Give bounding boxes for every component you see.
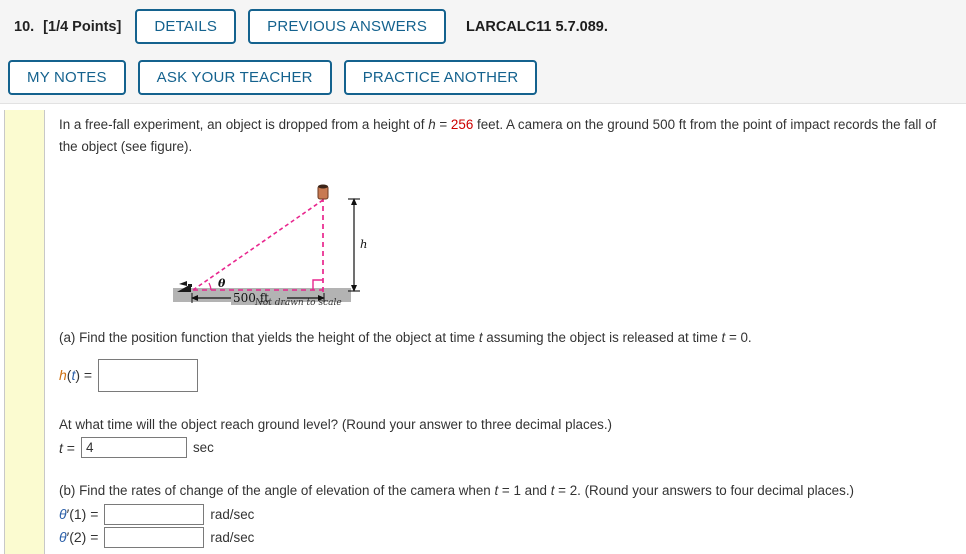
part-a2-answer-row: t = sec	[59, 437, 954, 459]
h-symbol: h	[59, 367, 67, 384]
part-a-prompt-post: = 0.	[725, 330, 752, 346]
theta-symbol-2: θ	[59, 529, 67, 546]
part-b-theta-prime-2-input[interactable]	[104, 526, 205, 548]
height-label: h	[360, 237, 367, 251]
equals-sign: =	[435, 117, 451, 132]
ask-your-teacher-button[interactable]: ASK YOUR TEACHER	[137, 60, 332, 95]
part-a2-prompt: At what time will the object reach groun…	[59, 416, 613, 432]
theta-symbol-1: θ	[59, 506, 67, 523]
t-equals-label: t =	[59, 440, 75, 456]
points-badge: [1/4 Points]	[43, 18, 122, 35]
question-content-area: In a free-fall experiment, an object is …	[0, 104, 966, 554]
equals-a2: =	[62, 439, 75, 456]
part-b-unit-2: rad/sec	[210, 529, 255, 545]
textbook-reference: LARCALC11 5.7.089.	[466, 18, 608, 35]
free-fall-figure: θ 500 ft h Not drawn to scale	[171, 180, 391, 306]
part-b-theta-prime-1-input[interactable]	[104, 503, 205, 525]
question-number: 10.	[14, 18, 35, 35]
h-of-t-label: h(t) =	[59, 367, 92, 383]
theta-prime-1-rest: ′(1) =	[66, 506, 99, 523]
part-b-unit-1: rad/sec	[210, 506, 255, 522]
part-a-prompt: (a) Find the position function that yiel…	[59, 327, 919, 348]
part-b-prompt: (b) Find the rates of change of the angl…	[59, 480, 919, 501]
problem-statement: In a free-fall experiment, an object is …	[59, 114, 944, 158]
previous-answers-button[interactable]: PREVIOUS ANSWERS	[248, 9, 447, 44]
part-a2-block: At what time will the object reach groun…	[59, 414, 954, 459]
height-value: 256	[450, 117, 474, 132]
part-b-prompt-post: = 2. (Round your answers to four decimal…	[554, 483, 855, 499]
details-button[interactable]: DETAILS	[135, 9, 237, 44]
height-measure-arrow	[348, 198, 360, 293]
part-b-answer-row-1: θ′(1) = rad/sec	[59, 503, 954, 525]
part-a2-ground-time-input[interactable]	[80, 437, 187, 459]
falling-object-icon	[317, 184, 329, 200]
part-b-prompt-pre: (b) Find the rates of change of the angl…	[59, 483, 495, 499]
part-b-answer-row-2: θ′(2) = rad/sec	[59, 526, 954, 548]
theta-label: θ	[218, 277, 226, 290]
my-notes-button[interactable]: MY NOTES	[8, 60, 126, 95]
header-row-secondary: MY NOTES ASK YOUR TEACHER PRACTICE ANOTH…	[8, 60, 549, 95]
close-paren-equals: ) =	[75, 367, 93, 384]
question-header-bar: 10. [1/4 Points] DETAILS PREVIOUS ANSWER…	[0, 0, 966, 104]
part-a2-unit: sec	[192, 440, 214, 456]
header-row-primary: 10. [1/4 Points] DETAILS PREVIOUS ANSWER…	[14, 9, 608, 44]
part-b-block: (b) Find the rates of change of the angl…	[59, 480, 954, 548]
theta-prime-1-label: θ′(1) =	[59, 506, 98, 522]
theta-prime-2-label: θ′(2) =	[59, 529, 98, 545]
part-a-answer-row: h(t) =	[59, 358, 954, 392]
part-a-prompt-pre: (a) Find the position function that yiel…	[59, 330, 479, 346]
part-a-position-function-input[interactable]	[98, 358, 199, 392]
not-to-scale-note: Not drawn to scale	[254, 298, 342, 305]
question-body: In a free-fall experiment, an object is …	[59, 114, 954, 548]
part-a-block: (a) Find the position function that yiel…	[59, 327, 954, 392]
question-status-strip	[4, 110, 45, 554]
problem-text-part-1: In a free-fall experiment, an object is …	[59, 117, 429, 132]
part-a-prompt-mid: assuming the object is released at time	[482, 330, 722, 346]
practice-another-button[interactable]: PRACTICE ANOTHER	[343, 60, 538, 95]
part-b-prompt-mid: = 1 and	[498, 483, 551, 499]
theta-prime-2-rest: ′(2) =	[66, 529, 99, 546]
variable-h: h	[428, 117, 436, 132]
line-of-sight-dashed	[192, 199, 324, 291]
